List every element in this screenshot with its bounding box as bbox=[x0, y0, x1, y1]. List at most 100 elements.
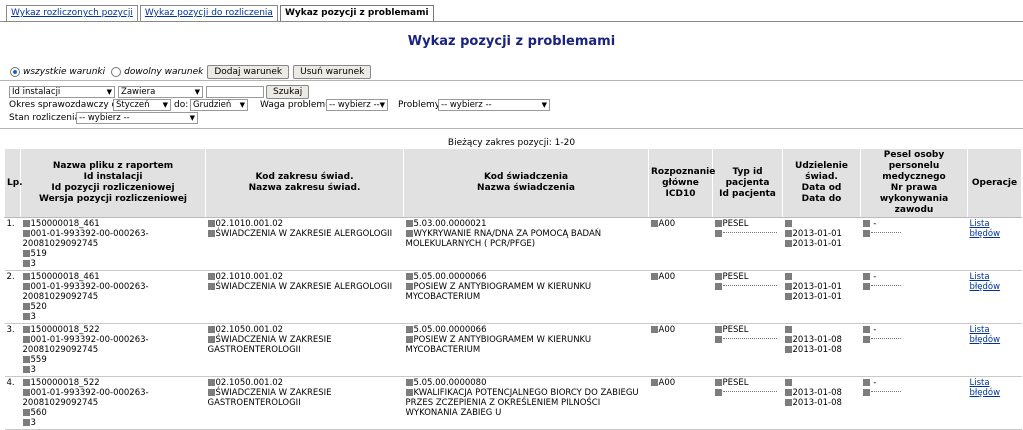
problems-label: Problemy: bbox=[398, 100, 443, 110]
info-icon bbox=[784, 336, 792, 343]
status-select[interactable]: -- wybierz -- ▼ bbox=[76, 112, 198, 124]
period-to-select[interactable]: Grudzień ▼ bbox=[190, 99, 248, 111]
dates-cell: 2013-01-01 2013-01-01 bbox=[782, 217, 861, 271]
error-list-link[interactable]: Lista błędów bbox=[970, 325, 1001, 345]
operations-cell: Lista błędów bbox=[967, 376, 1022, 430]
add-condition-button[interactable]: Dodaj warunek bbox=[207, 65, 290, 79]
info-icon bbox=[405, 230, 413, 237]
search-button[interactable]: Szukaj bbox=[266, 85, 310, 99]
col-lp: Lp. bbox=[4, 148, 23, 218]
masked-staff-id bbox=[870, 337, 901, 342]
table-row: 1. 150000018_461 001-01-993392-00-000263-2… bbox=[4, 217, 1022, 271]
dates-cell: 2013-01-01 2013-01-01 bbox=[782, 270, 861, 324]
info-icon bbox=[207, 336, 215, 343]
error-list-link[interactable]: Lista błędów bbox=[970, 272, 1001, 292]
info-icon bbox=[22, 303, 30, 310]
info-icon bbox=[22, 326, 30, 333]
staff-cell: - bbox=[860, 376, 968, 430]
all-conditions-label: wszystkie warunki bbox=[23, 67, 106, 77]
info-icon bbox=[714, 326, 722, 333]
info-icon bbox=[22, 250, 30, 257]
info-icon bbox=[650, 273, 658, 280]
info-icon bbox=[22, 260, 30, 267]
info-icon bbox=[207, 230, 215, 237]
info-icon bbox=[784, 389, 792, 396]
info-icon bbox=[22, 409, 30, 416]
col-file: Nazwa pliku z raportem Id instalacji Id po… bbox=[20, 148, 206, 218]
info-icon bbox=[22, 336, 30, 343]
error-list-link[interactable]: Lista błędów bbox=[970, 219, 1001, 239]
dates-cell: 2013-01-08 2013-01-08 bbox=[782, 376, 861, 430]
operations-cell: Lista błędów bbox=[967, 270, 1022, 324]
row-number: 1. bbox=[4, 217, 21, 271]
service-cell: 5.05.00.0000066 POSIEW Z ANTYBIOGRAMEM W … bbox=[403, 270, 649, 324]
period-to-label: do: bbox=[174, 100, 189, 110]
info-icon bbox=[207, 379, 215, 386]
file-cell: 150000018_461 001-01-993392-00-000263-200… bbox=[20, 217, 206, 271]
operator-select[interactable]: Zawiera ▼ bbox=[118, 86, 203, 98]
info-icon bbox=[784, 230, 792, 237]
info-icon bbox=[22, 220, 30, 227]
error-list-link[interactable]: Lista błędów bbox=[970, 378, 1001, 398]
table-row: 2. 150000018_461 001-01-993392-00-000263-2… bbox=[4, 270, 1022, 324]
info-icon bbox=[784, 240, 792, 247]
icd-cell: A00 bbox=[648, 270, 713, 324]
problems-table: Lp. Nazwa pliku z raportem Id instalacji I… bbox=[4, 148, 1022, 430]
info-icon bbox=[405, 326, 413, 333]
row-number: 3. bbox=[4, 323, 21, 377]
col-staff: Pesel osoby personelu medycznego Nr prawa w… bbox=[860, 148, 968, 218]
icd-cell: A00 bbox=[648, 376, 713, 430]
field-select[interactable]: Id instalacji ▼ bbox=[9, 86, 115, 98]
info-icon bbox=[784, 220, 792, 227]
row-number: 2. bbox=[4, 270, 21, 324]
filter-value-input[interactable] bbox=[206, 86, 264, 98]
row-number: 4. bbox=[4, 376, 21, 430]
info-icon bbox=[22, 389, 30, 396]
col-patient: Typ id pacjenta Id pacjenta bbox=[712, 148, 783, 218]
tab-items-to-settle[interactable]: Wykaz pozycji do rozliczenia bbox=[139, 5, 278, 21]
staff-cell: - bbox=[860, 323, 968, 377]
info-icon bbox=[784, 283, 792, 290]
info-icon bbox=[22, 313, 30, 320]
weight-label: Waga problemu: bbox=[260, 100, 334, 110]
patient-cell: PESEL bbox=[712, 376, 783, 430]
remove-condition-button[interactable]: Usuń warunek bbox=[293, 65, 372, 79]
range-cell: 02.1050.001.02 ŚWIADCZENIA W ZAKRESIE GAS… bbox=[205, 376, 404, 430]
info-icon bbox=[22, 356, 30, 363]
period-from-select[interactable]: Styczeń ▼ bbox=[113, 99, 171, 111]
info-icon bbox=[650, 379, 658, 386]
tab-divider bbox=[0, 21, 1023, 22]
info-icon bbox=[22, 419, 30, 426]
icd-cell: A00 bbox=[648, 323, 713, 377]
service-cell: 5.05.00.0000080 KWALIFIKACJA POTENCJALNEG… bbox=[403, 376, 649, 430]
problems-select[interactable]: -- wybierz -- ▼ bbox=[438, 99, 550, 111]
weight-select[interactable]: -- wybierz -- ▼ bbox=[326, 99, 388, 111]
info-icon bbox=[862, 283, 870, 290]
file-cell: 150000018_522 001-01-993392-00-000263-200… bbox=[20, 323, 206, 377]
info-icon bbox=[862, 220, 870, 227]
tab-problem-items[interactable]: Wykaz pozycji z problemami bbox=[279, 5, 434, 21]
info-icon bbox=[22, 283, 30, 290]
info-icon bbox=[207, 283, 215, 290]
divider bbox=[0, 128, 1023, 129]
range-cell: 02.1010.001.02 ŚWIADCZENIA W ZAKRESIE ALE… bbox=[205, 217, 404, 271]
info-icon bbox=[714, 389, 722, 396]
operations-cell: Lista błędów bbox=[967, 323, 1022, 377]
info-icon bbox=[405, 283, 413, 290]
info-icon bbox=[207, 326, 215, 333]
info-icon bbox=[405, 220, 413, 227]
range-info: Bieżący zakres pozycji: 1-20 bbox=[447, 138, 576, 148]
info-icon bbox=[405, 389, 413, 396]
info-icon bbox=[405, 273, 413, 280]
info-icon bbox=[784, 346, 792, 353]
tab-settled-items[interactable]: Wykaz rozliczonych pozycji bbox=[6, 5, 138, 21]
any-condition-radio[interactable] bbox=[111, 67, 122, 77]
dates-cell: 2013-01-08 2013-01-08 bbox=[782, 323, 861, 377]
patient-cell: PESEL bbox=[712, 270, 783, 324]
table-row: 4. 150000018_522 001-01-993392-00-000263-2… bbox=[4, 376, 1022, 430]
info-icon bbox=[784, 293, 792, 300]
info-icon bbox=[862, 389, 870, 396]
all-conditions-radio[interactable] bbox=[10, 67, 20, 77]
info-icon bbox=[714, 336, 722, 343]
info-icon bbox=[714, 230, 722, 237]
